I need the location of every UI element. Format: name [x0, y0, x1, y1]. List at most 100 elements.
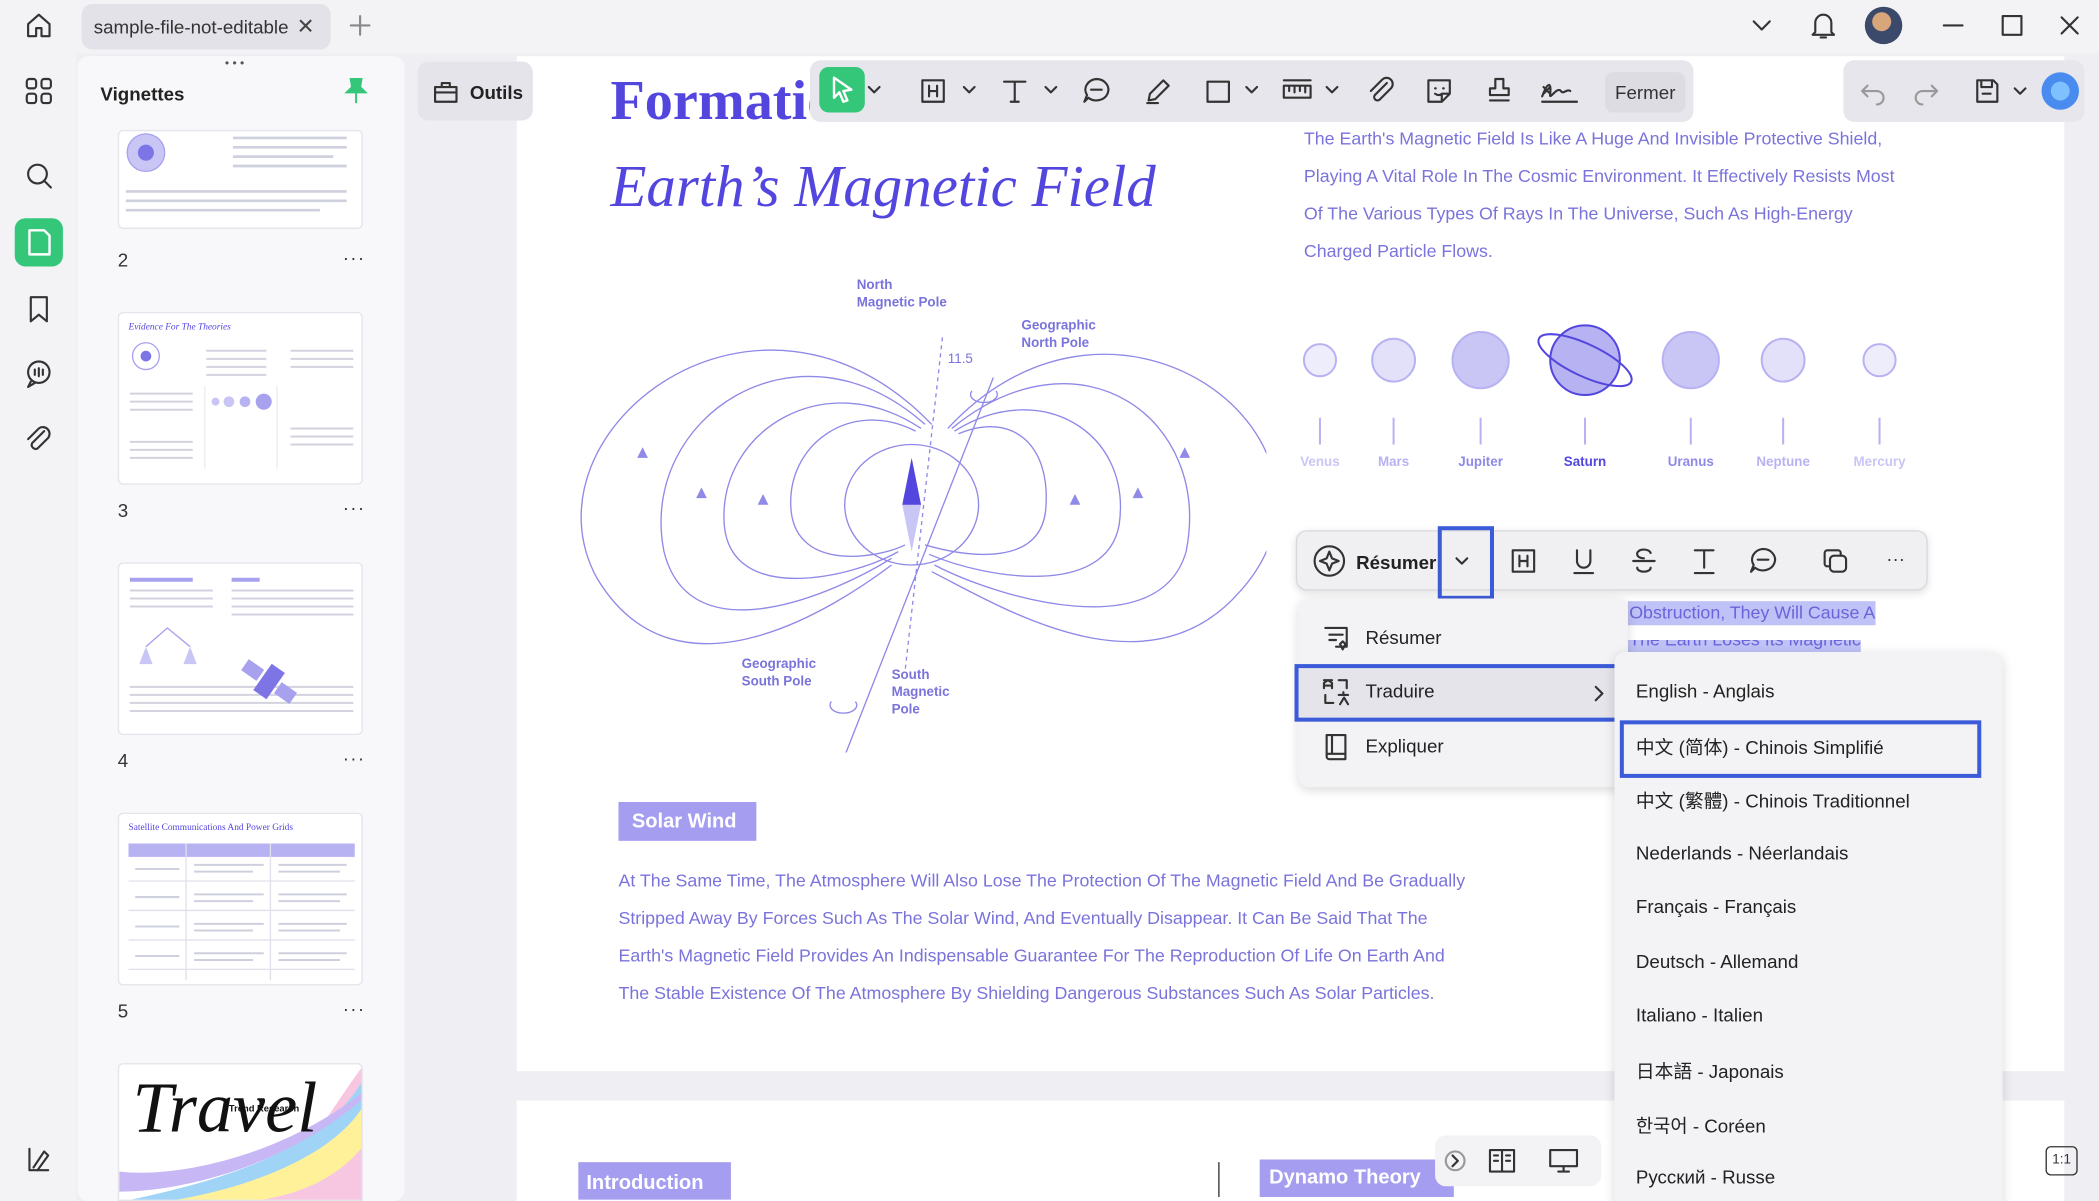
- redo-icon[interactable]: [1910, 75, 1942, 107]
- chevron-right-circle-icon[interactable]: [1443, 1149, 1467, 1173]
- thumb-title: Satellite Communications And Power Grids: [128, 822, 294, 833]
- comment-icon[interactable]: [1747, 545, 1779, 577]
- language-option[interactable]: Italiano - Italien: [1636, 1004, 1763, 1025]
- chevron-down-icon[interactable]: [866, 83, 882, 96]
- language-option[interactable]: 中文 (繁體) - Chinois Traditionnel: [1636, 787, 1910, 814]
- thumbnail-page-3[interactable]: Evidence For The Theories: [117, 311, 363, 485]
- selected-text[interactable]: Obstruction, They Will Cause A: [1627, 601, 1876, 626]
- page-more-button[interactable]: ···: [343, 997, 366, 1018]
- comments-button[interactable]: [15, 349, 63, 397]
- minimize-icon[interactable]: [1941, 13, 1965, 37]
- page-more-button[interactable]: ···: [343, 246, 366, 267]
- close-tools-button[interactable]: Fermer: [1605, 72, 1686, 113]
- section-heading-dynamo: Dynamo Theory: [1259, 1159, 1454, 1197]
- new-tab-icon[interactable]: [348, 13, 372, 37]
- page-layout-icon[interactable]: [1486, 1146, 1518, 1175]
- highlight-icon[interactable]: [1507, 545, 1539, 577]
- underline-icon[interactable]: [1568, 545, 1600, 577]
- intro-paragraph: The Earth's Magnetic Field Is Like A Hug…: [1304, 121, 1895, 271]
- grid-icon: [25, 77, 52, 105]
- theme-button[interactable]: [15, 1135, 63, 1183]
- home-icon[interactable]: [24, 11, 53, 40]
- tools-button[interactable]: Outils: [417, 61, 533, 121]
- copy-icon[interactable]: [1819, 545, 1851, 577]
- close-tab-icon[interactable]: ✕: [297, 13, 315, 40]
- paperclip-icon: [27, 426, 51, 450]
- page-number: 4: [117, 749, 129, 772]
- title-bar: sample-file-not-editable ✕: [0, 0, 2099, 54]
- chevron-down-icon[interactable]: [1751, 16, 1772, 35]
- avatar[interactable]: [1864, 6, 1903, 45]
- undo-icon[interactable]: [1857, 75, 1889, 107]
- language-option[interactable]: English - Anglais: [1636, 680, 1775, 701]
- ai-assistant-icon[interactable]: [2041, 72, 2080, 110]
- chevron-down-icon[interactable]: [2012, 84, 2028, 97]
- language-option[interactable]: Deutsch - Allemand: [1636, 951, 1799, 972]
- language-option[interactable]: 日本語 - Japonais: [1636, 1058, 1784, 1085]
- sticker-icon[interactable]: [1423, 75, 1455, 107]
- chevron-down-icon[interactable]: [1324, 83, 1340, 96]
- rectangle-icon[interactable]: [1202, 75, 1234, 107]
- thumbnail-page-4[interactable]: [117, 562, 363, 736]
- attach-icon[interactable]: [1364, 75, 1396, 107]
- bookmarks-button[interactable]: [15, 285, 63, 333]
- bell-icon[interactable]: [1809, 9, 1838, 41]
- thumbnail-page-5[interactable]: Satellite Communications And Power Grids: [117, 812, 363, 986]
- measure-icon[interactable]: [1280, 75, 1315, 107]
- language-option[interactable]: Русский - Russe: [1636, 1166, 1775, 1187]
- more-button[interactable]: ···: [1886, 548, 1905, 569]
- divider: [1218, 1162, 1220, 1197]
- highlight-icon[interactable]: [917, 75, 949, 107]
- summarize-button[interactable]: Résumer: [1311, 542, 1445, 579]
- dropdown-highlight: [1437, 526, 1494, 600]
- presentation-icon[interactable]: [1546, 1146, 1581, 1175]
- stamp-icon[interactable]: [1483, 75, 1515, 107]
- summarize-label: Résumer: [1356, 551, 1437, 574]
- chevron-down-icon[interactable]: [1043, 83, 1059, 96]
- strikethrough-icon[interactable]: [1628, 545, 1660, 577]
- pin-icon[interactable]: [343, 76, 370, 105]
- palette-icon: [28, 1147, 50, 1172]
- chevron-down-icon[interactable]: [1244, 83, 1260, 96]
- language-option[interactable]: Nederlands - Néerlandais: [1636, 842, 1849, 863]
- page-number: 5: [117, 1000, 129, 1022]
- select-tool-button[interactable]: [819, 66, 865, 113]
- page-more-button[interactable]: ···: [343, 747, 366, 768]
- thumbnails-button[interactable]: [14, 218, 63, 267]
- language-option[interactable]: 한국어 - Coréen: [1636, 1113, 1766, 1140]
- save-icon[interactable]: [1971, 75, 2003, 107]
- thumbnail-page-6[interactable]: Travel Trend Research: [117, 1063, 363, 1201]
- text-line: The Stable Existence Of The Atmosphere B…: [618, 982, 1435, 1003]
- comment-icon[interactable]: [1080, 75, 1112, 107]
- language-option[interactable]: Français - Français: [1636, 896, 1796, 917]
- menu-item-summarize[interactable]: Résumer: [1299, 612, 1628, 666]
- thumbnails-panel: • • • Vignettes 2 ··· Evidence For The T…: [77, 56, 405, 1201]
- apps-button[interactable]: [15, 67, 63, 115]
- page-number: 3: [117, 499, 129, 521]
- text-line: Stripped Away By Forces Such As The Sola…: [618, 907, 1428, 928]
- history-toolbar: [1843, 60, 2085, 122]
- search-icon: [27, 163, 52, 189]
- close-window-icon[interactable]: [2058, 13, 2082, 37]
- summarize-icon: [1324, 626, 1348, 651]
- text-replace-icon[interactable]: [1688, 545, 1720, 577]
- page-more-button[interactable]: ···: [343, 497, 366, 518]
- menu-item-explain[interactable]: Expliquer: [1299, 720, 1628, 774]
- pencil-icon[interactable]: [1142, 75, 1174, 107]
- actual-size-button[interactable]: 1:1: [2045, 1146, 2078, 1176]
- search-button[interactable]: [15, 151, 63, 199]
- selected-text[interactable]: The Earth Loses Its Magnetic: [1627, 639, 1861, 653]
- label-geo-north: Geographic North Pole: [1021, 318, 1096, 351]
- thumbnail-page-2[interactable]: [117, 129, 363, 229]
- label-geo-south: Geographic South Pole: [741, 657, 817, 690]
- document-tab[interactable]: sample-file-not-editable ✕: [81, 4, 331, 50]
- chevron-down-icon[interactable]: [961, 83, 977, 96]
- attachments-button[interactable]: [15, 415, 63, 463]
- cursor-icon: [832, 76, 853, 103]
- maximize-icon[interactable]: [2000, 13, 2024, 37]
- signature-icon[interactable]: [1538, 75, 1581, 107]
- drag-handle[interactable]: • • •: [225, 56, 244, 69]
- text-icon[interactable]: [999, 75, 1031, 107]
- translate-highlight: [1294, 664, 1620, 722]
- page-icon: [28, 229, 51, 256]
